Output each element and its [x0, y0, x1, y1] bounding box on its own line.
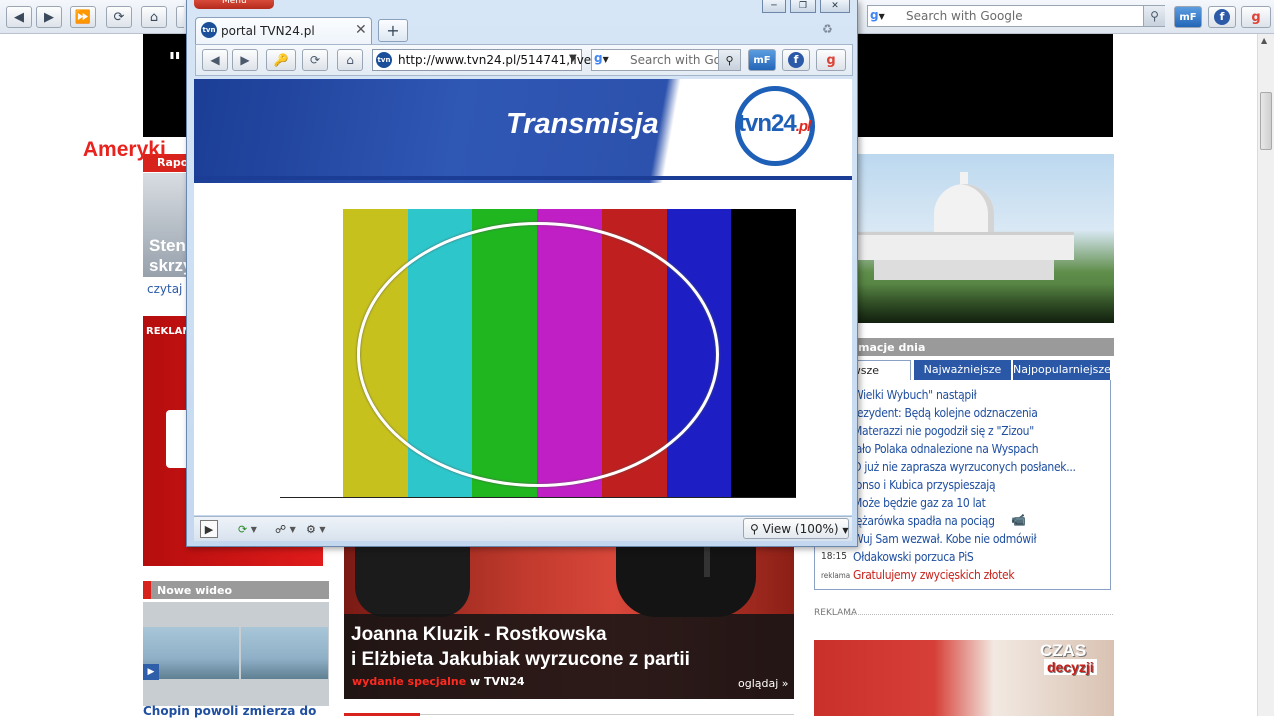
address-dropdown-icon[interactable]: ▼ [569, 53, 577, 64]
banner-underline [194, 176, 852, 180]
story-headline-line-1[interactable]: Joanna Kluzik - Rostkowska [351, 624, 607, 646]
home-icon: ⌂ [149, 9, 159, 25]
home-icon: ⌂ [346, 53, 354, 67]
minimize-button[interactable]: ─ [762, 0, 786, 13]
back-arrow-icon: ◀ [14, 9, 24, 25]
facebook-icon: f [1214, 9, 1230, 25]
left-feature-title[interactable]: Sten skrzy [149, 236, 189, 276]
popup-key-button[interactable]: 🔑 [266, 49, 296, 71]
right-ad-divider [842, 614, 1113, 615]
right-ad-logo[interactable]: czas decyzji [1040, 642, 1097, 675]
fast-forward-icon: ⏩ [74, 9, 92, 25]
popup-google-services-button[interactable]: g [816, 49, 846, 71]
story-subtitle-white: w TVN24 [470, 675, 525, 688]
forward-button[interactable]: ▶ [36, 6, 62, 28]
right-feature-photo[interactable] [814, 154, 1114, 323]
popup-facebook-button[interactable]: f [782, 49, 810, 71]
tab-close-icon[interactable]: ✕ [355, 22, 367, 38]
menu-button[interactable]: Menu [194, 0, 274, 9]
tvn-favicon-icon: tvn [201, 22, 217, 38]
main-search-input[interactable]: Search with Google [906, 9, 1023, 23]
right-feature-title-black: bór [44, 138, 78, 161]
story-subtitle: wydanie specjalne w TVN24 [352, 675, 525, 688]
news-list: Wielki Wybuch" nastąpił rezydent: Będą k… [814, 380, 1111, 590]
zoom-label: View (100%) [762, 522, 839, 536]
google-services-button[interactable]: g [1241, 6, 1271, 28]
test-card-ellipse [357, 222, 719, 487]
magnifier-icon: ⚲ [725, 53, 734, 67]
facebook-button[interactable]: f [1208, 6, 1236, 28]
tvn-favicon-icon: tvn [376, 52, 392, 68]
video-still-2 [241, 627, 328, 679]
address-input[interactable]: http://www.tvn24.pl/514741,live [398, 53, 591, 67]
scroll-thumb[interactable] [1260, 92, 1272, 150]
story-watch-link[interactable]: oglądaj » [738, 677, 789, 690]
restore-button[interactable]: ❐ [790, 0, 816, 13]
news-box-header: macje dnia [814, 338, 1114, 356]
popup-search-go-button[interactable]: ⚲ [718, 50, 740, 70]
test-card-bar [731, 209, 797, 498]
popup-mf-button[interactable]: mF [748, 49, 776, 71]
close-window-button[interactable]: ✕ [820, 0, 850, 13]
video-baseline [280, 497, 796, 498]
microphone-icon [704, 547, 710, 577]
video-play-icon[interactable]: ▶ [143, 664, 159, 680]
right-feature-title[interactable]: bór Ameryki [44, 138, 166, 162]
tvn24-logo-text: tvn24.pl [738, 110, 811, 137]
panel-toggle-icon[interactable]: ▶ [200, 520, 218, 538]
settings-icon[interactable]: ⚙ ▼ [306, 520, 326, 538]
chevron-down-icon: ▼ [842, 526, 849, 535]
popup-search-input[interactable]: Search with Goo [630, 53, 718, 67]
back-button[interactable]: ◀ [6, 6, 32, 28]
home-button[interactable]: ⌂ [141, 6, 167, 28]
video-red-marker [143, 581, 151, 599]
facebook-icon: f [788, 52, 804, 68]
story-subtitle-red: wydanie specjalne [352, 675, 467, 688]
fast-forward-button[interactable]: ⏩ [70, 6, 96, 28]
center-grey-divider [420, 714, 794, 715]
forward-arrow-icon: ▶ [240, 53, 250, 67]
zoom-view-button[interactable]: ⚲ View (100%) ▼ [743, 518, 849, 539]
reload-icon: ⟳ [309, 53, 321, 67]
forward-arrow-icon: ▶ [44, 9, 54, 25]
left-read-more-link[interactable]: czytaj [147, 282, 182, 296]
google-services-icon: g [1251, 9, 1261, 25]
tab-title[interactable]: portal TVN24.pl [221, 24, 315, 38]
key-icon: 🔑 [273, 53, 289, 67]
reload-button[interactable]: ⟳ [106, 6, 132, 28]
zoom-icon: ⚲ [750, 522, 759, 536]
toolbar-overflow-button[interactable] [176, 6, 184, 28]
new-tab-button[interactable]: + [378, 19, 408, 42]
scroll-up-icon[interactable]: ▲ [1261, 36, 1267, 45]
network-icon[interactable]: ☍ ▼ [275, 520, 296, 538]
magnifier-icon: ⚲ [1150, 9, 1159, 23]
story-headline-line-2[interactable]: i Elżbieta Jakubiak wyrzucone z partii [351, 649, 690, 671]
new-video-header: Nowe wideo [151, 581, 329, 599]
back-arrow-icon: ◀ [210, 53, 220, 67]
tab-most-important[interactable]: Najważniejsze [914, 360, 1011, 380]
story-person-left [355, 547, 470, 617]
trash-icon[interactable]: ♻ [822, 22, 844, 42]
tab-most-popular[interactable]: Najpopularniejsze [1013, 360, 1111, 380]
popup-forward-button[interactable]: ▶ [232, 49, 258, 71]
right-feature-title-red: Ameryki [82, 138, 166, 161]
google-engine-icon[interactable]: g▼ [870, 8, 900, 24]
popup-home-button[interactable]: ⌂ [337, 49, 363, 71]
popup-back-button[interactable]: ◀ [202, 49, 228, 71]
story-person-right [616, 547, 756, 617]
page-scrollbar[interactable]: ▲ [1257, 34, 1274, 716]
search-go-button[interactable]: ⚲ [1143, 6, 1165, 26]
google-services-icon: g [826, 52, 836, 68]
banner-title: Transmisja [506, 108, 659, 140]
google-engine-icon[interactable]: g▼ [594, 51, 609, 65]
reload-icon: ⟳ [113, 9, 125, 25]
video-camera-icon: 📹 [1011, 513, 1026, 527]
mf-extension-button[interactable]: mF [1174, 6, 1202, 28]
right-ad-label: REKLAMA [814, 608, 858, 618]
sync-icon[interactable]: ⟳ ▼ [238, 520, 257, 538]
quote-mark-icon: " [168, 48, 182, 78]
popup-reload-button[interactable]: ⟳ [302, 49, 328, 71]
